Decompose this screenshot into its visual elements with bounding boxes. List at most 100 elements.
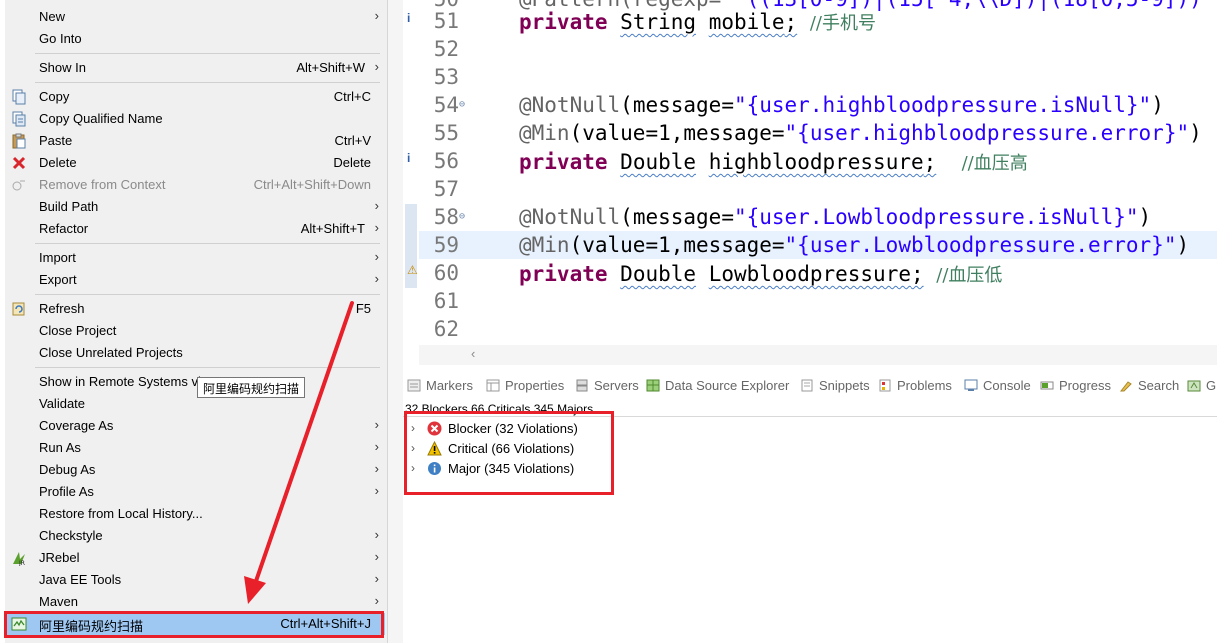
horizontal-scrollbar[interactable]: ‹ [419, 345, 1217, 365]
menu-separator [35, 243, 380, 244]
menu-item-label: Copy Qualified Name [39, 111, 163, 126]
tab-search[interactable]: Search [1119, 378, 1179, 393]
menu-item-shortcut: F5 [355, 301, 371, 316]
submenu-arrow-icon: › [374, 483, 379, 498]
menu-item-java-ee-tools[interactable]: Java EE Tools › [5, 569, 385, 591]
menu-item-copy[interactable]: Copy Ctrl+C [5, 86, 385, 108]
line-number: 59 [433, 233, 459, 257]
menu-item-export[interactable]: Export › [5, 269, 385, 291]
menu-item-checkstyle[interactable]: Checkstyle › [5, 525, 385, 547]
tab-g[interactable]: G [1187, 378, 1216, 393]
code-line: 61 [419, 287, 1217, 315]
menu-item-close-project[interactable]: Close Project [5, 320, 385, 342]
copy-icon [11, 89, 27, 105]
code-line: 60 private Double Lowbloodpressure; //血压… [419, 259, 1217, 287]
line-number: 57 [433, 177, 459, 201]
menu-item-validate[interactable]: Validate [5, 393, 385, 415]
snippets-icon [800, 379, 814, 392]
menu-item-delete[interactable]: Delete Delete [5, 152, 385, 174]
tab-problems[interactable]: Problems [878, 378, 952, 393]
code-line: 54 ⊖ @NotNull(message="{user.highbloodpr… [419, 91, 1217, 119]
code-text: private String mobile; //手机号 [519, 9, 876, 35]
tooltip: 阿里编码规约扫描 [197, 377, 306, 398]
menu-item-show-in-remote-systems[interactable]: Show in Remote Systems vi [5, 371, 385, 393]
tab-snippets[interactable]: Snippets [800, 378, 870, 393]
type-token: Double [620, 262, 697, 286]
vertical-ruler: i i ⚠ [403, 0, 419, 345]
menu-item-import[interactable]: Import › [5, 247, 385, 269]
menu-item-remove-from-context[interactable]: Remove from Context Ctrl+Alt+Shift+Down [5, 174, 385, 196]
tab-servers[interactable]: Servers [575, 378, 639, 393]
code-token: value=1,message= [582, 233, 785, 257]
menu-item-profile-as[interactable]: Profile As › [5, 481, 385, 503]
punct-token: ( [620, 93, 633, 117]
line-number: 58 [433, 205, 459, 229]
search-icon [1119, 379, 1133, 392]
menu-item-restore-from-local-history[interactable]: Restore from Local History... [5, 503, 385, 525]
fold-toggle-icon[interactable]: ⊖ [459, 211, 465, 222]
menu-item-refresh[interactable]: Refresh F5 [5, 298, 385, 320]
menu-item-refactor[interactable]: Refactor Alt+Shift+T › [5, 218, 385, 240]
menu-item-close-unrelated-projects[interactable]: Close Unrelated Projects [5, 342, 385, 364]
code-line: 62 [419, 315, 1217, 343]
scroll-left-icon[interactable]: ‹ [471, 346, 475, 361]
menu-item-maven[interactable]: Maven › [5, 591, 385, 613]
submenu-arrow-icon: › [374, 220, 379, 235]
markers-icon [407, 379, 421, 392]
tab-markers[interactable]: Markers [407, 378, 473, 393]
menu-item-build-path[interactable]: Build Path › [5, 196, 385, 218]
highlight-box-scan-menu-item [4, 611, 384, 638]
delete-icon [11, 155, 27, 171]
menu-separator [35, 294, 380, 295]
menu-item-paste[interactable]: Paste Ctrl+V [5, 130, 385, 152]
code-line: 57 [419, 175, 1217, 203]
tab-properties[interactable]: Properties [486, 378, 564, 393]
bottom-views-panel: Markers Properties Servers Data Source E… [403, 365, 1217, 643]
menu-item-show-in[interactable]: Show In Alt+Shift+W › [5, 57, 385, 79]
menu-item-label: Close Project [39, 323, 117, 338]
pane-divider[interactable] [388, 0, 403, 643]
submenu-arrow-icon: › [374, 461, 379, 476]
menu-item-label: Copy [39, 89, 70, 104]
menu-item-label: Validate [39, 396, 86, 411]
submenu-arrow-icon: › [374, 8, 379, 23]
menu-item-new[interactable]: New › [5, 6, 385, 28]
tab-label: Snippets [819, 378, 870, 393]
tab-data-source-explorer[interactable]: Data Source Explorer [646, 378, 789, 393]
menu-item-label: JRebel [39, 550, 80, 565]
remove-context-icon [11, 177, 27, 193]
menu-item-go-into[interactable]: Go Into [5, 28, 385, 50]
menu-item-label: New [39, 9, 66, 24]
code-editor[interactable]: i i ⚠ 50 @Pattern(regexp="^((13[0-9])|(1… [403, 0, 1217, 365]
comment-token: //血压高 [961, 153, 1028, 174]
menu-item-shortcut: Ctrl+V [334, 133, 371, 148]
menu-item-coverage-as[interactable]: Coverage As › [5, 415, 385, 437]
submenu-arrow-icon: › [374, 271, 379, 286]
menu-item-copy-qualified-name[interactable]: Copy Qualified Name [5, 108, 385, 130]
menu-separator [35, 367, 380, 368]
punct-token: ( [569, 233, 583, 257]
menu-item-label: Build Path [39, 199, 99, 214]
code-line: 53 [419, 63, 1217, 91]
comment-token: //手机号 [809, 13, 876, 34]
type-token: String [620, 10, 697, 34]
menu-separator [35, 53, 380, 54]
punct-token: ) [1176, 233, 1190, 257]
code-line: 55 @Min(value=1,message="{user.highblood… [419, 119, 1217, 147]
menu-item-debug-as[interactable]: Debug As › [5, 459, 385, 481]
fold-toggle-icon[interactable]: ⊖ [459, 99, 465, 110]
problems-icon [878, 379, 892, 392]
tab-console[interactable]: Console [964, 378, 1031, 393]
tab-label: G [1206, 378, 1217, 393]
menu-item-label: Run As [39, 440, 81, 455]
menu-separator [35, 82, 380, 83]
string-token: "{user.Lowbloodpressure.error}" [784, 233, 1177, 257]
punct-token: ( [620, 205, 633, 229]
string-token: "{user.highbloodpressure.error}" [784, 121, 1190, 145]
menu-item-label: Show In [39, 60, 86, 75]
view-tab-bar: Markers Properties Servers Data Source E… [403, 375, 1217, 397]
menu-item-run-as[interactable]: Run As › [5, 437, 385, 459]
menu-item-jrebel[interactable]: JR JRebel › [5, 547, 385, 569]
code-token: message= [632, 93, 734, 117]
tab-progress[interactable]: Progress [1040, 378, 1111, 393]
